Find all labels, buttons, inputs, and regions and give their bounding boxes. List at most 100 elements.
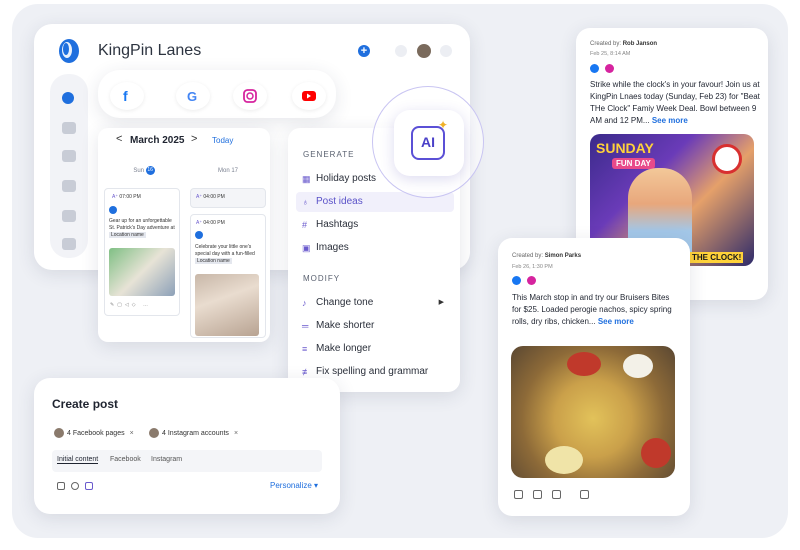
app-name: KingPin Lanes (98, 42, 202, 59)
menu-item-make-longer[interactable]: ≡ Make longer (296, 339, 454, 359)
dashboard-icon[interactable] (62, 92, 74, 104)
menu-item-label: Fix spelling and grammar (316, 366, 429, 377)
see-more-link[interactable]: See more (652, 116, 688, 125)
alarm-clock-icon (712, 144, 742, 174)
image-icon: ▣ (302, 243, 311, 253)
post-image (511, 346, 675, 478)
post-body: This March stop in and try our Bruisers … (512, 292, 680, 328)
shorter-icon: ═ (302, 321, 309, 331)
emoji-icon[interactable] (71, 482, 79, 490)
svg-text:f: f (123, 88, 128, 104)
post-time: 04:00 PM (203, 220, 225, 226)
facebook-button[interactable]: f (110, 82, 144, 110)
tone-icon: ♪ (302, 298, 307, 308)
post-time-row: A⁺ 04:00 PM (196, 194, 225, 201)
post-time-row: A⁺ 04:00 PM (196, 220, 225, 227)
avatar[interactable] (417, 44, 431, 58)
chip-label: 4 Facebook pages (67, 430, 125, 437)
menu-item-hashtags[interactable]: # Hashtags (296, 215, 454, 235)
dip-bowl (623, 354, 653, 378)
add-button[interactable]: + (358, 45, 370, 57)
facebook-icon (512, 276, 521, 285)
personalize-dropdown[interactable]: Personalize ▾ (270, 481, 318, 490)
send-icon[interactable] (552, 490, 561, 499)
instagram-icon (605, 64, 614, 73)
tab-facebook[interactable]: Facebook (110, 456, 141, 463)
lightbulb-icon: ♁ (302, 197, 309, 207)
create-post-title: Create post (52, 397, 119, 411)
instagram-button[interactable] (233, 82, 267, 110)
post-actions[interactable]: ✎▢◁◇ … (110, 302, 151, 309)
dip-bowl (545, 446, 583, 474)
post-preview: Gear up for an unforgettable St. Patrick… (109, 218, 177, 239)
post-date: Feb 25, 8:14 AM (590, 51, 631, 57)
bowling-pin-logo-icon (59, 39, 79, 63)
menu-item-change-tone[interactable]: ♪ Change tone ▶ (296, 293, 454, 313)
youtube-button[interactable] (292, 82, 326, 110)
close-icon[interactable]: × (234, 430, 238, 437)
google-icon: G (187, 89, 197, 104)
trash-icon[interactable] (580, 490, 589, 499)
posts-icon[interactable] (62, 122, 76, 134)
post-time: 07:00 PM (119, 194, 141, 200)
account-chip-instagram[interactable]: 4 Instagram accounts × (149, 427, 238, 441)
calendar-icon: ▦ (302, 174, 311, 184)
created-by: Created by: Rob Janson (590, 41, 657, 47)
clock-icon[interactable] (395, 45, 407, 57)
settings-icon[interactable] (62, 238, 76, 250)
post-image (109, 248, 175, 296)
sparkle-icon: ✦ (438, 118, 449, 132)
image-text-sunday: SUNDAY (596, 140, 654, 156)
ai-icon: A⁺ (196, 220, 202, 226)
next-month-button[interactable]: > (191, 133, 197, 145)
image-text-funday: FUN DAY (612, 158, 655, 169)
menu-item-images[interactable]: ▣ Images (296, 238, 454, 258)
facebook-icon: f (123, 88, 128, 104)
prev-month-button[interactable]: < (116, 133, 122, 145)
day-label: Mon (217, 168, 230, 174)
menu-item-label: Make shorter (316, 320, 375, 331)
spellcheck-icon: ≢ (302, 367, 311, 377)
see-more-link[interactable]: See more (598, 317, 634, 326)
calendar-month: March 2025 (130, 135, 185, 146)
calendar-column-mon: Mon 17 (186, 160, 270, 182)
camera-icon[interactable] (57, 482, 65, 490)
post-text: This March stop in and try our Bruisers … (512, 293, 672, 326)
star-icon[interactable] (62, 210, 76, 222)
author-name: Simon Parks (544, 253, 582, 259)
menu-item-make-shorter[interactable]: ═ Make shorter (296, 316, 454, 336)
tab-instagram[interactable]: Instagram (151, 456, 182, 463)
instagram-icon (527, 276, 536, 285)
calendar-column-sun: Sun 16 (102, 160, 186, 182)
post-body: Strike while the clock's in your favour!… (590, 79, 760, 127)
avatar (149, 428, 159, 439)
hashtag-icon: # (302, 220, 308, 230)
day-badge: 16 (145, 165, 155, 175)
dip-bowl (567, 352, 601, 376)
svg-text:G: G (187, 89, 197, 104)
created-by-label: Created by: (590, 41, 622, 47)
send-icon[interactable] (62, 180, 76, 192)
youtube-icon (302, 91, 316, 101)
post-preview: Celebrate your little one's special day … (195, 244, 263, 265)
modify-section-label: MODIFY (303, 274, 341, 283)
close-icon[interactable]: × (130, 430, 134, 437)
calendar-icon[interactable] (514, 490, 523, 499)
edit-icon[interactable] (533, 490, 542, 499)
ai-icon[interactable] (85, 482, 93, 490)
longer-icon: ≡ (302, 344, 308, 354)
menu-icon[interactable] (440, 45, 452, 57)
menu-item-label: Holiday posts (316, 173, 377, 184)
google-button[interactable]: G (176, 82, 210, 110)
account-chip-facebook[interactable]: 4 Facebook pages × (54, 427, 134, 441)
day-label: Sun (133, 168, 144, 174)
today-button[interactable]: Today (212, 136, 233, 145)
location-tag: Location name (109, 232, 146, 238)
generate-section-label: GENERATE (303, 150, 355, 159)
post-preview-text: Gear up for an unforgettable St. Patrick… (109, 218, 175, 231)
post-time: 04:00 PM (203, 194, 225, 200)
menu-item-label: Post ideas (316, 196, 363, 207)
post-time-row: A⁺ 07:00 PM (112, 194, 141, 201)
users-icon[interactable] (62, 150, 76, 162)
tab-initial-content[interactable]: Initial content (57, 456, 99, 464)
